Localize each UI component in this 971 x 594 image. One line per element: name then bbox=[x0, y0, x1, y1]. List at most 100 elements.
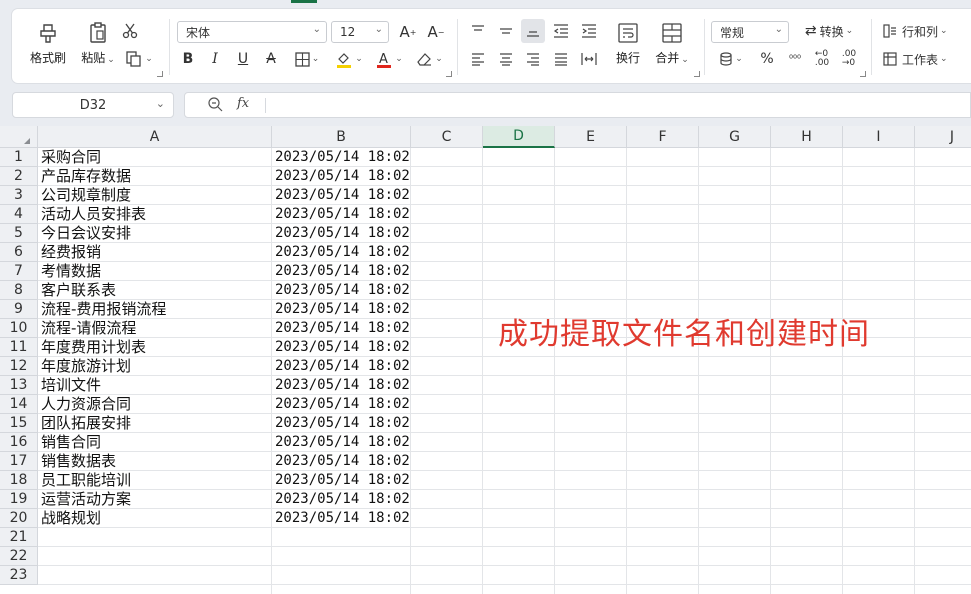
italic-icon[interactable]: I bbox=[205, 49, 225, 69]
cell-b1[interactable]: 2023/05/14 18:02: bbox=[275, 148, 410, 167]
strikethrough-icon[interactable]: A bbox=[261, 49, 281, 69]
number-format-select[interactable]: 常规 ⌄ bbox=[711, 21, 789, 43]
cell-a3[interactable]: 公司规章制度 bbox=[41, 186, 271, 205]
zoom-icon[interactable] bbox=[207, 96, 223, 116]
row-header-17[interactable]: 17 bbox=[0, 452, 38, 471]
row-header-5[interactable]: 5 bbox=[0, 224, 38, 243]
name-box[interactable]: D32 ⌄ bbox=[12, 92, 174, 118]
font-size-select[interactable]: 12 ⌄ bbox=[331, 21, 389, 43]
row-header-11[interactable]: 11 bbox=[0, 338, 38, 357]
row-header-14[interactable]: 14 bbox=[0, 395, 38, 414]
currency-icon[interactable]: ⌄ bbox=[714, 49, 748, 69]
cell-b2[interactable]: 2023/05/14 18:02: bbox=[275, 167, 410, 186]
column-header-a[interactable]: A bbox=[38, 126, 272, 148]
row-header-16[interactable]: 16 bbox=[0, 433, 38, 452]
column-header-f[interactable]: F bbox=[627, 126, 699, 148]
paste-button[interactable]: 粘贴 ⌄ bbox=[78, 21, 118, 66]
cell-b17[interactable]: 2023/05/14 18:02: bbox=[275, 452, 410, 471]
spreadsheet-grid[interactable]: ABCDEFGHIJ 1 2 3 4 5 6 7 8 9 10 11 12 13 14 15 16 17 18 19… bbox=[0, 126, 971, 594]
row-header-1[interactable]: 1 bbox=[0, 148, 38, 167]
cell-b8[interactable]: 2023/05/14 18:02: bbox=[275, 281, 410, 300]
cell-b15[interactable]: 2023/05/14 18:02: bbox=[275, 414, 410, 433]
row-header-15[interactable]: 15 bbox=[0, 414, 38, 433]
column-header-i[interactable]: I bbox=[843, 126, 915, 148]
cell-b16[interactable]: 2023/05/14 18:02: bbox=[275, 433, 410, 452]
increase-font-icon[interactable]: A + bbox=[397, 22, 419, 42]
cell-b13[interactable]: 2023/05/14 18:02: bbox=[275, 376, 410, 395]
wrap-text-button[interactable]: 换行 bbox=[613, 21, 643, 66]
cell-a11[interactable]: 年度费用计划表 bbox=[41, 338, 271, 357]
row-header-3[interactable]: 3 bbox=[0, 186, 38, 205]
clear-format-icon[interactable]: ⌄ bbox=[412, 49, 446, 69]
cell-b9[interactable]: 2023/05/14 18:02: bbox=[275, 300, 410, 319]
decrease-font-icon[interactable]: A − bbox=[425, 22, 447, 42]
cell-a14[interactable]: 人力资源合同 bbox=[41, 395, 271, 414]
cell-a1[interactable]: 采购合同 bbox=[41, 148, 271, 167]
cell-a6[interactable]: 经费报销 bbox=[41, 243, 271, 262]
column-header-g[interactable]: G bbox=[699, 126, 771, 148]
cell-a16[interactable]: 销售合同 bbox=[41, 433, 271, 452]
cell-b7[interactable]: 2023/05/14 18:02: bbox=[275, 262, 410, 281]
align-top-icon[interactable] bbox=[468, 21, 488, 41]
fx-icon[interactable]: fx bbox=[237, 96, 249, 111]
cell-a7[interactable]: 考情数据 bbox=[41, 262, 271, 281]
row-header-20[interactable]: 20 bbox=[0, 509, 38, 528]
row-header-12[interactable]: 12 bbox=[0, 357, 38, 376]
decrease-indent-icon[interactable] bbox=[551, 21, 571, 41]
cell-b12[interactable]: 2023/05/14 18:02: bbox=[275, 357, 410, 376]
row-header-22[interactable]: 22 bbox=[0, 547, 38, 566]
cell-a12[interactable]: 年度旅游计划 bbox=[41, 357, 271, 376]
fill-color-icon[interactable]: ⌄ bbox=[332, 49, 366, 69]
column-header-e[interactable]: E bbox=[555, 126, 627, 148]
align-middle-icon[interactable] bbox=[496, 21, 516, 41]
cell-b6[interactable]: 2023/05/14 18:02: bbox=[275, 243, 410, 262]
rows-columns-button[interactable]: 行和列 ⌄ bbox=[882, 21, 956, 41]
row-header-6[interactable]: 6 bbox=[0, 243, 38, 262]
row-header-13[interactable]: 13 bbox=[0, 376, 38, 395]
percent-icon[interactable]: % bbox=[757, 49, 777, 69]
align-center-icon[interactable] bbox=[496, 49, 516, 69]
column-header-j[interactable]: J bbox=[915, 126, 971, 148]
cell-b19[interactable]: 2023/05/14 18:02: bbox=[275, 490, 410, 509]
justify-icon[interactable] bbox=[551, 49, 571, 69]
cell-a13[interactable]: 培训文件 bbox=[41, 376, 271, 395]
cell-a10[interactable]: 流程-请假流程 bbox=[41, 319, 271, 338]
row-header-19[interactable]: 19 bbox=[0, 490, 38, 509]
font-expand-icon[interactable] bbox=[446, 71, 452, 77]
column-header-b[interactable]: B bbox=[272, 126, 411, 148]
cell-a8[interactable]: 客户联系表 bbox=[41, 281, 271, 300]
distributed-icon[interactable] bbox=[579, 49, 599, 69]
bold-icon[interactable]: B bbox=[178, 49, 198, 69]
row-header-18[interactable]: 18 bbox=[0, 471, 38, 490]
merge-cells-button[interactable]: 合并 ⌄ bbox=[652, 21, 692, 66]
worksheet-button[interactable]: 工作表 ⌄ bbox=[882, 49, 958, 69]
font-name-select[interactable]: 宋体 ⌄ bbox=[177, 21, 327, 43]
cell-a18[interactable]: 员工职能培训 bbox=[41, 471, 271, 490]
copy-icon[interactable]: ⌄ bbox=[122, 49, 156, 69]
cut-icon[interactable] bbox=[120, 21, 140, 41]
cell-b14[interactable]: 2023/05/14 18:02: bbox=[275, 395, 410, 414]
select-all-corner[interactable] bbox=[0, 126, 38, 148]
column-header-h[interactable]: H bbox=[771, 126, 843, 148]
alignment-expand-icon[interactable] bbox=[694, 71, 700, 77]
cell-a4[interactable]: 活动人员安排表 bbox=[41, 205, 271, 224]
cell-b20[interactable]: 2023/05/14 18:02: bbox=[275, 509, 410, 528]
border-icon[interactable]: ⌄ bbox=[290, 49, 324, 69]
clipboard-expand-icon[interactable] bbox=[157, 71, 163, 77]
column-header-c[interactable]: C bbox=[411, 126, 483, 148]
convert-button[interactable]: ⇄ 转换 ⌄ bbox=[798, 21, 860, 41]
cell-b4[interactable]: 2023/05/14 18:02: bbox=[275, 205, 410, 224]
underline-icon[interactable]: U bbox=[233, 49, 253, 69]
cell-b18[interactable]: 2023/05/14 18:02: bbox=[275, 471, 410, 490]
decrease-decimal-icon[interactable]: .00 →0 bbox=[838, 49, 860, 69]
cell-a17[interactable]: 销售数据表 bbox=[41, 452, 271, 471]
cell-a15[interactable]: 团队拓展安排 bbox=[41, 414, 271, 433]
align-bottom-icon[interactable] bbox=[521, 19, 545, 43]
formula-bar[interactable]: fx bbox=[184, 92, 971, 118]
row-header-21[interactable]: 21 bbox=[0, 528, 38, 547]
row-header-10[interactable]: 10 bbox=[0, 319, 38, 338]
cell-b11[interactable]: 2023/05/14 18:02: bbox=[275, 338, 410, 357]
cell-a2[interactable]: 产品库存数据 bbox=[41, 167, 271, 186]
cell-a20[interactable]: 战略规划 bbox=[41, 509, 271, 528]
font-color-icon[interactable]: A ⌄ bbox=[372, 49, 406, 69]
